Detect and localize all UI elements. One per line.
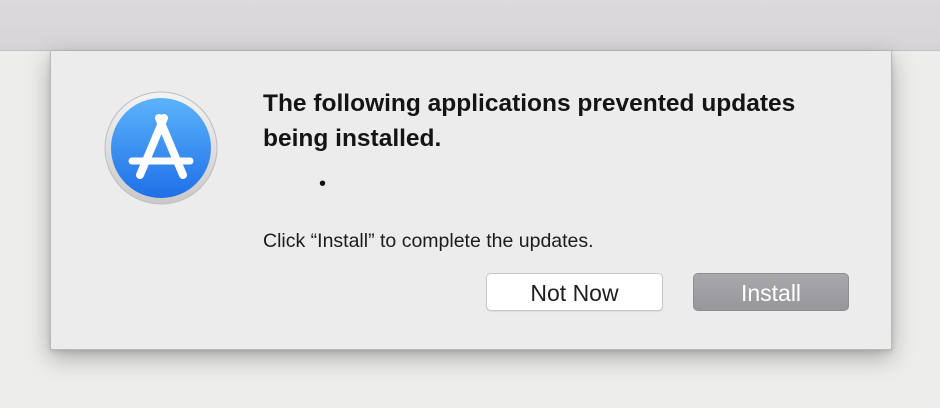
install-button[interactable]: Install bbox=[693, 273, 849, 311]
dialog-message: Click “Install” to complete the updates. bbox=[263, 230, 594, 252]
dialog-title: The following applications prevented upd… bbox=[263, 90, 796, 152]
app-store-icon bbox=[104, 91, 218, 205]
window-titlebar bbox=[0, 0, 940, 51]
not-now-button[interactable]: Not Now bbox=[486, 273, 663, 311]
application-list-item: • bbox=[319, 173, 327, 195]
